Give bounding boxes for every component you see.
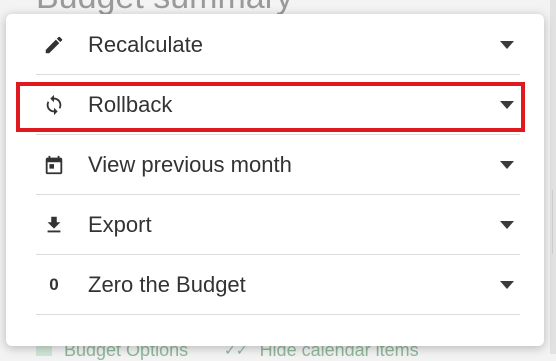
chevron-down-icon[interactable] <box>500 41 514 49</box>
sync-icon <box>42 93 66 117</box>
menu-item-recalculate[interactable]: Recalculate <box>36 16 520 75</box>
chevron-down-icon[interactable] <box>500 161 514 169</box>
menu-item-label: Export <box>88 212 152 237</box>
menu-item-rollback[interactable]: Rollback <box>36 76 520 135</box>
download-icon <box>42 213 66 237</box>
menu-item-label: Zero the Budget <box>88 272 246 297</box>
pencil-icon <box>42 33 66 57</box>
dropdown-menu: Recalculate Rollback View previous month… <box>6 14 544 346</box>
menu-item-view-previous-month[interactable]: View previous month <box>36 136 520 195</box>
chevron-down-icon[interactable] <box>500 221 514 229</box>
menu-item-label: View previous month <box>88 152 292 177</box>
zero-icon: 0 <box>42 273 66 297</box>
menu-item-label: Recalculate <box>88 32 203 57</box>
zero-icon-text: 0 <box>49 275 59 294</box>
chevron-down-icon[interactable] <box>500 101 514 109</box>
scrollbar-track <box>550 0 556 354</box>
chevron-down-icon[interactable] <box>500 281 514 289</box>
menu-item-export[interactable]: Export <box>36 196 520 255</box>
menu-item-label: Rollback <box>88 92 173 117</box>
calendar-icon <box>42 153 66 177</box>
menu-item-zero-the-budget[interactable]: 0 Zero the Budget <box>36 256 520 315</box>
